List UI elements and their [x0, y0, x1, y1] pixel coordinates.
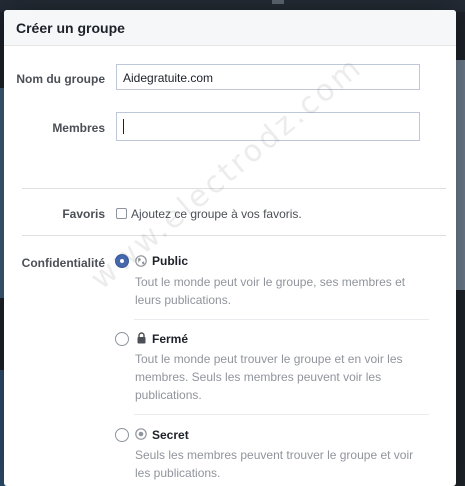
favorites-checkbox[interactable] [116, 208, 127, 219]
privacy-option-description: Tout le monde peut voir le groupe, ses m… [135, 275, 406, 307]
dialog-header: Créer un groupe [4, 10, 456, 46]
privacy-radio-public[interactable] [115, 254, 129, 268]
group-name-input[interactable]: Aidegratuite.com [116, 64, 420, 90]
members-label: Membres [52, 121, 105, 135]
globe-icon [135, 255, 147, 267]
privacy-option-title: Secret [152, 428, 189, 442]
favorites-label: Favoris [62, 207, 105, 221]
dialog-title: Créer un groupe [16, 19, 125, 36]
lock-icon [135, 332, 147, 344]
privacy-option-description: Seuls les membres peuvent trouver le gro… [135, 448, 414, 480]
favorites-text: Ajoutez ce groupe à vos favoris. [131, 207, 302, 221]
privacy-label: Confidentialité [21, 256, 105, 270]
text-cursor [123, 119, 124, 135]
members-input[interactable] [116, 112, 420, 141]
secret-icon [135, 428, 147, 440]
option-separator [134, 319, 429, 320]
privacy-radio-closed[interactable] [115, 332, 129, 346]
privacy-option-title: Public [152, 254, 189, 268]
divider [22, 188, 446, 189]
group-name-label: Nom du groupe [16, 72, 105, 86]
privacy-radio-secret[interactable] [115, 428, 129, 442]
background-block [272, 0, 284, 4]
divider [22, 235, 446, 236]
option-separator [134, 414, 429, 415]
privacy-option-title: Fermé [152, 332, 189, 346]
privacy-option-description: Tout le monde peut trouver le groupe et … [135, 352, 403, 402]
create-group-dialog: Créer un groupe Nom du groupe Aidegratui… [4, 10, 456, 486]
